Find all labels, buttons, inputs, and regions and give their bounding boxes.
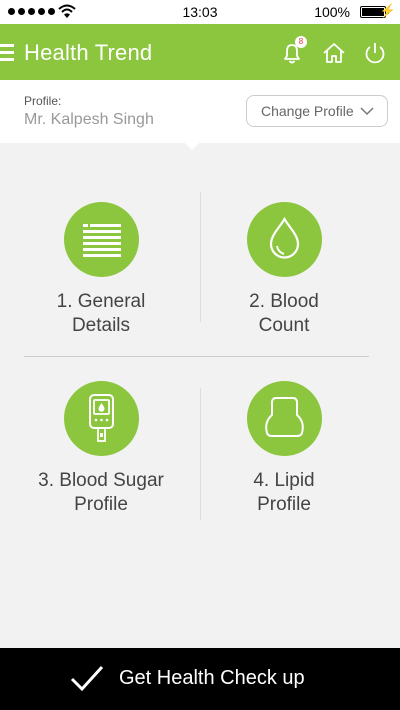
notification-badge: 8	[295, 36, 307, 48]
tile-blood-sugar-profile[interactable]: 3. Blood Sugar Profile	[26, 381, 176, 517]
menu-grid: 1. General Details 2. Blood Count 3. Blo…	[0, 150, 400, 648]
logout-button[interactable]	[362, 40, 388, 66]
horizontal-divider	[24, 356, 369, 357]
vertical-divider	[200, 192, 201, 322]
lipid-icon	[246, 381, 322, 456]
change-profile-button[interactable]: Change Profile	[246, 95, 388, 127]
tile-label: 3. Blood Sugar Profile	[38, 470, 164, 515]
home-button[interactable]	[321, 40, 347, 66]
tile-label: 1. General Details	[56, 291, 146, 336]
power-icon	[365, 43, 385, 64]
menu-icon[interactable]	[0, 44, 14, 61]
page-title: Health Trend	[24, 40, 153, 65]
chevron-down-icon	[360, 107, 374, 116]
profile-label: Profile:	[24, 94, 62, 108]
profile-bar: Profile: Mr. Kalpesh Singh Change Profil…	[0, 80, 400, 143]
app-bar: Health Trend 8	[0, 24, 400, 80]
home-icon	[323, 43, 345, 63]
glucometer-icon	[63, 381, 139, 456]
notifications-button[interactable]: 8	[279, 36, 307, 66]
status-bar: 13:03 100% ⚡	[0, 0, 400, 24]
tile-label: 2. Blood Count	[249, 291, 319, 336]
blood-drop-icon	[246, 202, 322, 277]
document-lines-icon	[63, 202, 139, 277]
battery-percent: 100%	[314, 4, 350, 20]
tile-label: 4. Lipid Profile	[253, 470, 315, 515]
change-profile-label: Change Profile	[261, 103, 354, 119]
charging-icon: ⚡	[379, 3, 396, 18]
get-health-checkup-button[interactable]: Get Health Check up	[0, 648, 400, 710]
profile-pointer	[185, 143, 199, 150]
tile-lipid-profile[interactable]: 4. Lipid Profile	[209, 381, 359, 517]
cta-label: Get Health Check up	[119, 667, 305, 689]
vertical-divider	[200, 388, 201, 520]
profile-name: Mr. Kalpesh Singh	[24, 111, 154, 128]
checkmark-icon	[70, 665, 104, 692]
tile-blood-count[interactable]: 2. Blood Count	[209, 202, 359, 338]
tile-general-details[interactable]: 1. General Details	[26, 202, 176, 338]
